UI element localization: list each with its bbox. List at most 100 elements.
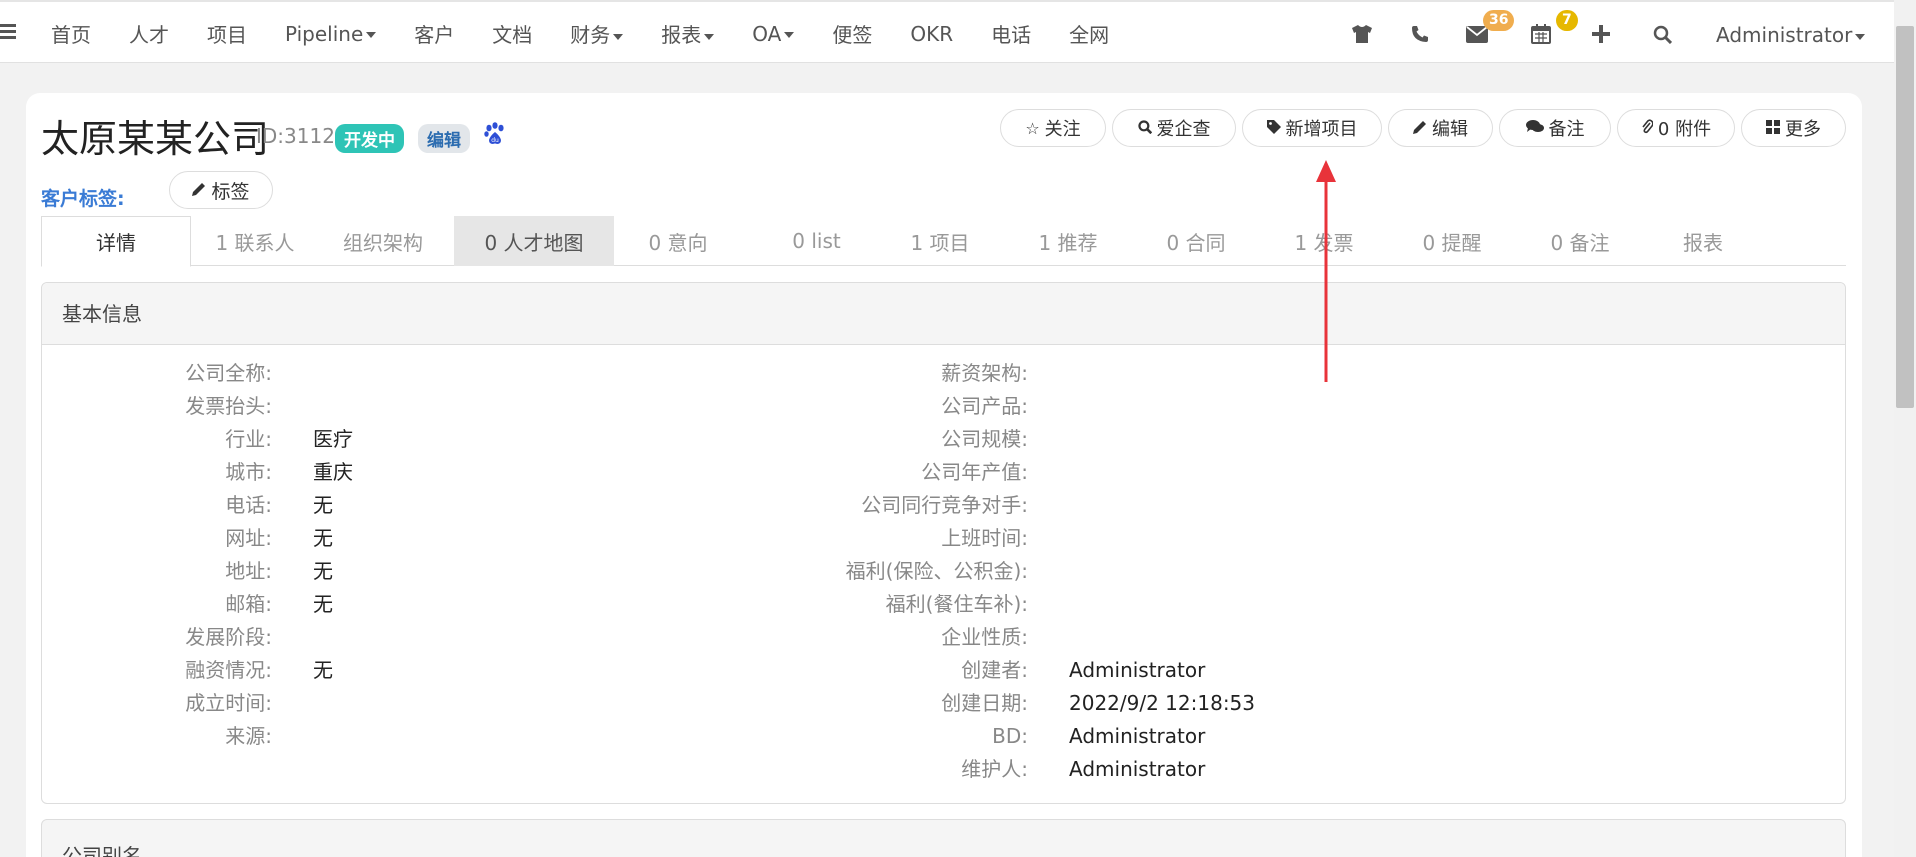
nav-item-label: 报表: [661, 23, 702, 47]
user-menu[interactable]: Administrator: [1716, 23, 1866, 47]
tab[interactable]: 1 联系人: [191, 216, 319, 266]
hamburger-menu-icon[interactable]: [0, 24, 16, 40]
calendar-icon[interactable]: [1529, 22, 1553, 46]
nav-item-label: 电话: [991, 23, 1032, 47]
phone-icon[interactable]: [1408, 22, 1432, 46]
info-label: 成立时间:: [185, 691, 272, 715]
comments-icon: [1525, 119, 1544, 138]
company-alias-title: 公司别名: [62, 844, 142, 857]
aiqicha-label: 爱企查: [1156, 119, 1211, 140]
aiqicha-button[interactable]: 爱企查: [1112, 109, 1236, 147]
info-value: 无: [313, 526, 333, 550]
info-label: 电话:: [225, 493, 272, 517]
nav-item-label: Pipeline: [285, 21, 364, 46]
info-label: 公司规模:: [941, 427, 1028, 451]
chevron-down-icon: [784, 32, 795, 38]
follow-button[interactable]: ☆ 关注: [1000, 109, 1106, 147]
chevron-down-icon: [366, 32, 377, 38]
info-label: 公司同行竞争对手:: [861, 493, 1028, 517]
tab[interactable]: 0 合同: [1132, 216, 1260, 266]
edit-button[interactable]: 编辑: [1388, 109, 1493, 147]
nav-item[interactable]: 首页: [51, 19, 91, 48]
tab[interactable]: 1 项目: [876, 216, 1004, 266]
svg-text:du: du: [491, 137, 499, 144]
baidu-paw-icon[interactable]: du: [484, 122, 506, 146]
search-icon[interactable]: [1650, 22, 1674, 46]
note-button[interactable]: 备注: [1499, 109, 1611, 147]
tab[interactable]: 0 备注: [1516, 216, 1644, 266]
info-value: Administrator: [1069, 757, 1206, 781]
tab[interactable]: 0 提醒: [1388, 216, 1516, 266]
more-button[interactable]: 更多: [1741, 109, 1846, 147]
info-label: 维护人:: [961, 757, 1028, 781]
info-label: 企业性质:: [941, 625, 1028, 649]
info-label: 网址:: [225, 526, 272, 550]
nav-item[interactable]: 便签: [832, 19, 872, 48]
nav-item[interactable]: Pipeline: [285, 21, 377, 46]
nav-item[interactable]: OA: [752, 21, 795, 46]
nav-item-label: 客户: [414, 23, 455, 47]
annotation-arrow-icon: [1316, 160, 1336, 382]
top-navbar: 首页 人才 项目 Pipeline 客户 文档 财务 报表 OA 便签 OKR 电话 全网 36 7 A…: [0, 0, 1894, 63]
nav-item[interactable]: 财务: [570, 19, 624, 48]
info-label: 薪资架构:: [941, 361, 1028, 385]
nav-item-label: 全网: [1069, 23, 1110, 47]
add-tag-button[interactable]: 标签: [169, 171, 273, 209]
info-label: 福利(餐住车补):: [885, 592, 1028, 616]
nav-item-label: 人才: [129, 23, 169, 47]
plus-icon[interactable]: [1589, 22, 1613, 46]
nav-item[interactable]: 文档: [492, 19, 532, 48]
tab[interactable]: 0 意向: [614, 216, 742, 266]
nav-item[interactable]: 电话: [991, 19, 1031, 48]
edit-tag-button[interactable]: 编辑: [418, 124, 470, 153]
note-label: 备注: [1548, 119, 1585, 140]
info-label: 公司全称:: [185, 361, 272, 385]
tab[interactable]: 0 人才地图: [454, 216, 614, 266]
tag-button-label: 标签: [211, 180, 250, 203]
tab[interactable]: 组织架构: [319, 216, 447, 266]
info-label: 行业:: [225, 427, 272, 451]
attachment-label: 0 附件: [1657, 119, 1712, 140]
tab[interactable]: 详情: [41, 216, 191, 267]
tab[interactable]: 报表: [1644, 216, 1762, 266]
mail-count-badge: 36: [1483, 10, 1515, 31]
info-label: 创建者:: [961, 658, 1028, 682]
nav-item[interactable]: 全网: [1069, 19, 1109, 48]
chevron-down-icon: [1855, 33, 1866, 40]
user-name: Administrator: [1716, 23, 1853, 47]
nav-item[interactable]: 客户: [414, 19, 454, 48]
info-value: 无: [313, 658, 333, 682]
info-label: 公司年产值:: [921, 460, 1028, 484]
detail-tabs: 详情 1 联系人 组织架构 0 人才地图 0 意向 0 list 1 项目 1 推荐 0 合同 1…: [41, 216, 1846, 267]
company-name: 太原某某公司: [41, 117, 270, 161]
paperclip-icon: [1641, 118, 1654, 138]
nav-item-label: OA: [752, 21, 782, 46]
company-alias-panel: 公司别名: [41, 819, 1846, 857]
follow-label: 关注: [1044, 119, 1081, 140]
page-scrollbar-thumb[interactable]: [1896, 26, 1914, 408]
info-value: 无: [313, 559, 333, 583]
nav-item-label: OKR: [910, 21, 954, 46]
nav-item[interactable]: 报表: [661, 19, 715, 48]
attachment-button[interactable]: 0 附件: [1617, 109, 1735, 147]
more-label: 更多: [1785, 119, 1821, 140]
info-value: Administrator: [1069, 658, 1206, 682]
grid-icon: [1766, 119, 1780, 138]
shirt-icon[interactable]: [1350, 22, 1374, 46]
info-label: 融资情况:: [185, 658, 272, 682]
tag-icon: [1266, 119, 1281, 138]
info-label: 福利(保险、公积金):: [845, 559, 1028, 583]
nav-item[interactable]: OKR: [910, 22, 953, 46]
info-label: 地址:: [225, 559, 272, 583]
tab[interactable]: 0 list: [757, 216, 876, 266]
new-project-label: 新增项目: [1285, 119, 1358, 140]
info-value: 2022/9/2 12:18:53: [1069, 691, 1256, 715]
info-value: 无: [313, 493, 333, 517]
star-icon: ☆: [1025, 118, 1040, 138]
nav-item[interactable]: 人才: [129, 19, 169, 48]
tab[interactable]: 1 推荐: [1004, 216, 1132, 266]
edit-label: 编辑: [1432, 119, 1468, 140]
new-project-button[interactable]: 新增项目: [1242, 109, 1382, 147]
nav-item-label: 便签: [832, 23, 873, 47]
nav-item[interactable]: 项目: [207, 19, 247, 48]
